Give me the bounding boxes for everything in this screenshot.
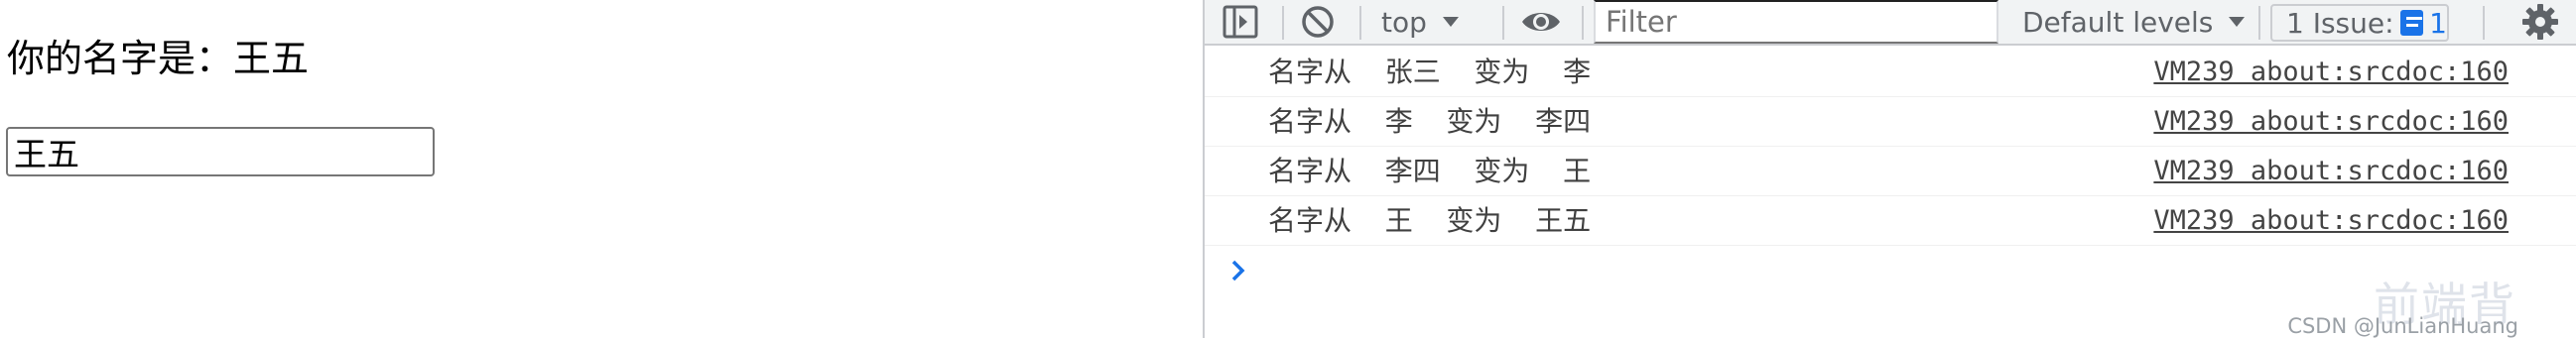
toolbar-divider: [2258, 6, 2260, 40]
devtools-console-panel: top Default levels: [1203, 0, 2576, 338]
name-input[interactable]: [6, 127, 435, 176]
console-message-text: 名字从 李四 变为 王: [1268, 155, 1592, 187]
toolbar-divider: [1582, 6, 1584, 40]
sidebar-toggle-icon: [1223, 5, 1258, 39]
dropdown-arrow-icon: [1442, 17, 1459, 27]
issues-button[interactable]: 1 Issue: 1: [2270, 4, 2449, 42]
page-preview: 你的名字是：王五: [0, 0, 1203, 338]
eye-icon: [1522, 13, 1560, 31]
console-toolbar: top Default levels: [1205, 0, 2576, 46]
console-message: 名字从 王 变为 王五 VM239 about:srcdoc:160: [1205, 196, 2576, 246]
console-prompt[interactable]: [1205, 248, 2576, 297]
console-source-link[interactable]: VM239 about:srcdoc:160: [2153, 147, 2509, 196]
console-source-link[interactable]: VM239 about:srcdoc:160: [2153, 97, 2509, 147]
console-message-text: 名字从 张三 变为 李: [1268, 56, 1592, 88]
console-message: 名字从 张三 变为 李 VM239 about:srcdoc:160: [1205, 48, 2576, 97]
dropdown-arrow-icon: [2229, 17, 2246, 27]
filter-input[interactable]: [1594, 0, 1998, 44]
clear-console-button[interactable]: [1300, 0, 1336, 44]
watermark-credit: CSDN @JunLianHuang: [2287, 314, 2518, 338]
toolbar-divider: [1359, 6, 1361, 40]
log-levels-dropdown[interactable]: Default levels: [2022, 0, 2251, 44]
gear-icon: [2522, 4, 2558, 40]
toolbar-divider: [1502, 6, 1504, 40]
greeting-text: 你的名字是：王五: [7, 37, 310, 80]
console-message-list: 名字从 张三 变为 李 VM239 about:srcdoc:160 名字从 李…: [1205, 48, 2576, 246]
console-message: 名字从 李四 变为 王 VM239 about:srcdoc:160: [1205, 147, 2576, 196]
console-settings-button[interactable]: [2520, 0, 2560, 44]
console-source-link[interactable]: VM239 about:srcdoc:160: [2153, 48, 2509, 97]
clear-icon: [1302, 6, 1334, 38]
issues-label: 1 Issue:: [2286, 6, 2394, 40]
issue-message-icon: [2399, 10, 2424, 36]
issues-count: 1: [2429, 6, 2447, 40]
prompt-chevron-icon: [1231, 260, 1245, 282]
log-levels-label: Default levels: [2022, 5, 2214, 39]
console-message-text: 名字从 王 变为 王五: [1268, 204, 1592, 237]
toggle-sidebar-button[interactable]: [1223, 0, 1258, 44]
toolbar-divider: [1282, 6, 1284, 40]
console-source-link[interactable]: VM239 about:srcdoc:160: [2153, 196, 2509, 246]
console-message-text: 名字从 李 变为 李四: [1268, 105, 1592, 138]
screen: 你的名字是：王五 top: [0, 0, 2576, 338]
context-label: top: [1381, 5, 1427, 39]
context-selector[interactable]: top: [1381, 0, 1490, 44]
live-expression-button[interactable]: [1520, 0, 1562, 44]
console-message: 名字从 李 变为 李四 VM239 about:srcdoc:160: [1205, 97, 2576, 147]
toolbar-divider: [2483, 6, 2485, 40]
